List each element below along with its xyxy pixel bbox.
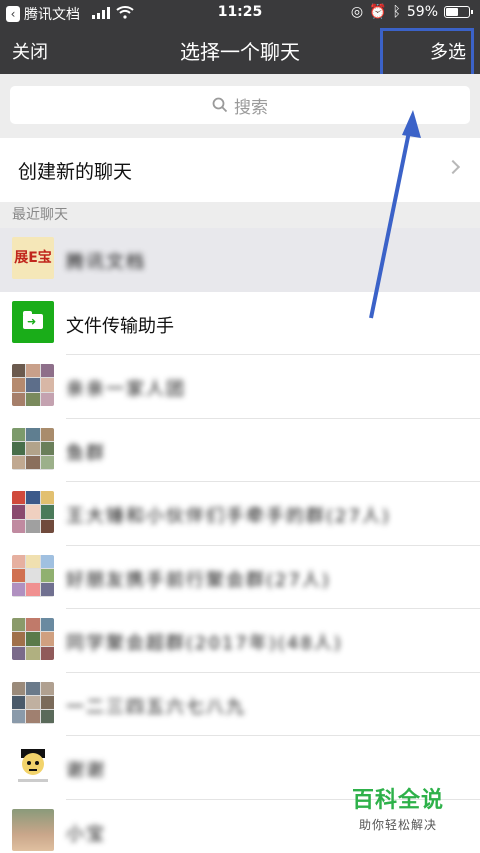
chat-name: 谢谢 bbox=[66, 760, 106, 781]
recent-chat-list: 展E宝 腾讯文档 文件传输助手 亲亲一家人团 鱼群 王大锤和小伙伴们手牵手的群(… bbox=[0, 228, 480, 853]
avatar: 展E宝 bbox=[12, 237, 54, 279]
battery-icon bbox=[444, 6, 473, 18]
chat-name: 同学聚会超群(2017年)(48人) bbox=[66, 633, 343, 654]
group-avatar bbox=[12, 681, 54, 724]
bluetooth-icon: ᛒ bbox=[392, 4, 401, 20]
chat-row[interactable]: 亲亲一家人团 bbox=[0, 355, 480, 419]
group-avatar bbox=[12, 427, 54, 470]
chat-name: 鱼群 bbox=[66, 442, 106, 464]
file-transfer-icon bbox=[12, 300, 54, 343]
orientation-lock-icon: ◎ bbox=[350, 4, 364, 20]
chat-row[interactable]: 好朋友携手前行聚会群(27人) bbox=[0, 545, 480, 609]
chat-name: 文件传输助手 bbox=[66, 315, 174, 337]
group-avatar bbox=[12, 491, 54, 533]
chat-row[interactable]: 王大锤和小伙伴们手牵手的群(27人) bbox=[0, 482, 480, 546]
search-area: 搜索 bbox=[0, 74, 480, 138]
status-bar: ‹ 腾讯文档 11:25 ◎ ⏰ ᛒ 59% bbox=[0, 0, 480, 26]
search-icon bbox=[212, 97, 228, 113]
chat-name: 好朋友携手前行聚会群(27人) bbox=[66, 569, 331, 591]
chat-row[interactable]: 文件传输助手 bbox=[0, 291, 480, 355]
group-avatar bbox=[12, 364, 54, 406]
chat-name: 亲亲一家人团 bbox=[66, 379, 186, 400]
chat-name: 王大锤和小伙伴们手牵手的群(27人) bbox=[66, 506, 391, 527]
battery-percent: 59% bbox=[406, 4, 438, 20]
battery-fill bbox=[446, 8, 459, 16]
search-input[interactable]: 搜索 bbox=[10, 86, 470, 124]
watermark-logo: 百科全说 助你轻松解决 bbox=[338, 782, 458, 833]
chat-name: 腾讯文档 bbox=[66, 252, 146, 273]
watermark-subtitle: 助你轻松解决 bbox=[358, 818, 437, 832]
create-new-chat[interactable]: 创建新的聊天 bbox=[0, 138, 480, 202]
cartoon-avatar bbox=[12, 745, 54, 787]
alarm-icon: ⏰ bbox=[369, 4, 387, 20]
chat-row[interactable]: 鱼群 bbox=[0, 418, 480, 482]
recent-chats-header: 最近聊天 bbox=[0, 202, 480, 228]
cartoon-face-icon bbox=[18, 749, 48, 782]
group-avatar bbox=[12, 618, 54, 660]
create-new-chat-label: 创建新的聊天 bbox=[18, 160, 133, 183]
chat-row[interactable]: 一二三四五六七八九 bbox=[0, 672, 480, 736]
chat-name: 小宝 bbox=[66, 823, 106, 845]
watermark-title: 百科全说 bbox=[351, 788, 444, 813]
status-right: ◎ ⏰ ᛒ 59% bbox=[350, 4, 473, 20]
chat-name: 一二三四五六七八九 bbox=[66, 696, 246, 718]
chat-row[interactable]: 同学聚会超群(2017年)(48人) bbox=[0, 609, 480, 673]
chat-row[interactable]: 展E宝 腾讯文档 bbox=[0, 228, 480, 292]
photo-avatar bbox=[12, 808, 54, 851]
chevron-right-icon bbox=[445, 159, 461, 175]
group-avatar bbox=[12, 554, 54, 597]
search-placeholder: 搜索 bbox=[234, 97, 268, 118]
